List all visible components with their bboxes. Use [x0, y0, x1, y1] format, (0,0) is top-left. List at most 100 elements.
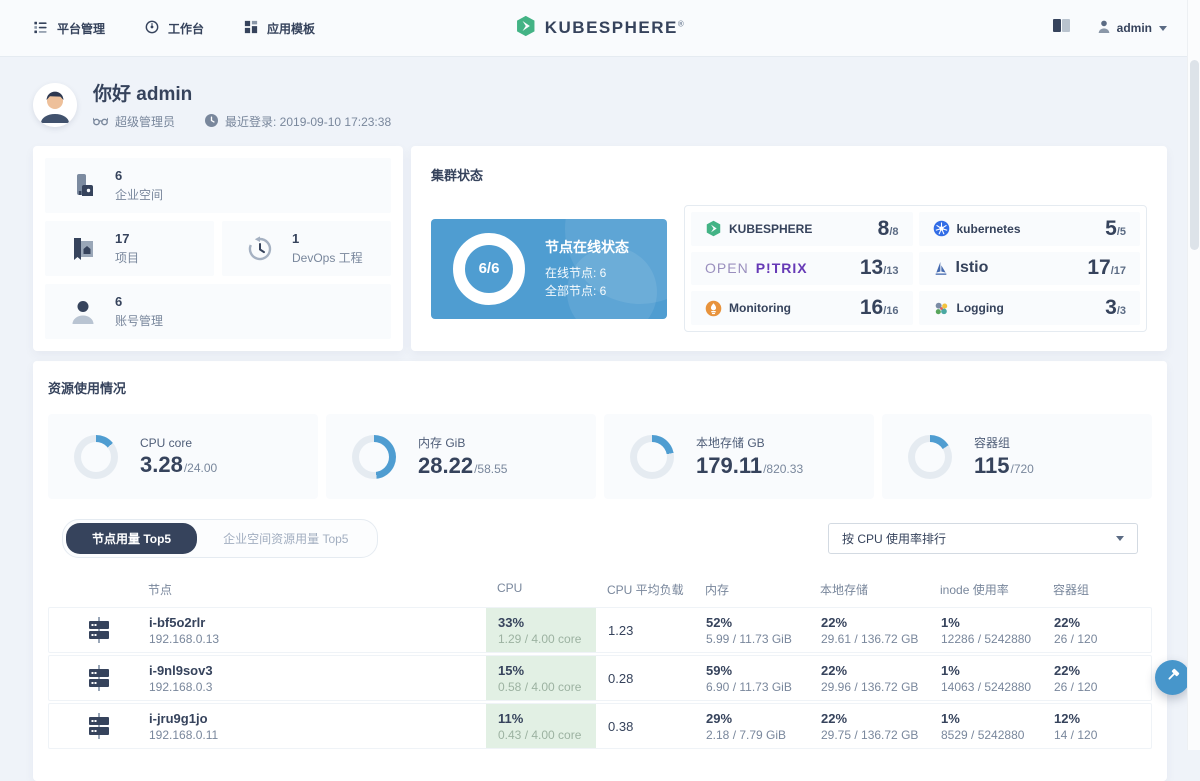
docs-icon[interactable] — [1052, 19, 1070, 37]
cpu-load-cell: 1.23 — [608, 622, 634, 638]
registered-mark: ® — [677, 19, 686, 29]
overview-cards-row: 6 企业空间 17 项目 1 DevOps 工程 6 账号管理 集群状态 6/6… — [33, 146, 1167, 351]
sort-by-select[interactable]: 按 CPU 使用率排行 — [828, 523, 1138, 554]
chevron-down-icon — [1159, 25, 1167, 31]
storage-cell: 22% 29.75 / 136.72 GB — [821, 710, 919, 742]
component-count: 17 — [1087, 256, 1111, 280]
component-count: 13 — [859, 256, 884, 280]
node-name: i-jru9g1jo — [149, 710, 208, 726]
gauge-cpu[interactable]: CPU core 3.28/24.00 — [48, 414, 318, 499]
stat-value: 17 — [115, 230, 130, 246]
nav-app-templates[interactable]: 应用模板 — [244, 20, 315, 37]
gauge-total: /58.55 — [474, 462, 508, 476]
component-kubesphere[interactable]: KUBESPHERE 8/8 — [691, 212, 913, 246]
node-ip: 192.168.0.13 — [149, 631, 220, 646]
project-icon — [69, 236, 97, 262]
components-grid: KUBESPHERE 8/8 kubernetes 5/5 OPEN P!TRIX… — [684, 205, 1147, 332]
memory-cell: 29% 2.18 / 7.79 GiB — [706, 710, 787, 742]
stat-value: 6 — [115, 167, 123, 183]
inode-cell: 1% 8529 / 5242880 — [941, 710, 1025, 742]
openpitrix-logo: OPEN P!TRIX — [705, 260, 808, 277]
component-monitoring[interactable]: Monitoring 16/16 — [691, 291, 913, 325]
tab-node-usage[interactable]: 节点用量 Top5 — [66, 523, 198, 554]
component-openpitrix[interactable]: OPEN P!TRIX 13/13 — [691, 251, 913, 286]
stat-accounts[interactable]: 6 账号管理 — [45, 284, 391, 339]
monitoring-icon: Monitoring — [705, 300, 791, 317]
nav-label: 应用模板 — [267, 21, 316, 36]
memory-cell: 52% 5.99 / 11.73 GiB — [706, 614, 792, 646]
component-count: 5 — [1105, 216, 1117, 240]
stat-label: DevOps 工程 — [292, 250, 363, 265]
stat-label: 企业空间 — [115, 187, 164, 202]
kubesphere-logo[interactable]: KUBESPHERE® — [515, 15, 686, 42]
nav-workbench[interactable]: 工作台 — [145, 20, 204, 37]
stat-workspaces[interactable]: 6 企业空间 — [45, 158, 391, 213]
gauge-pods[interactable]: 容器组 115/720 — [882, 414, 1152, 499]
kubesphere-icon: KUBESPHERE — [705, 220, 812, 237]
stat-projects[interactable]: 17 项目 — [45, 221, 214, 276]
table-row[interactable]: i-bf5o2rlr 192.168.0.13 33% 1.29 / 4.00 … — [48, 607, 1152, 653]
stat-devops[interactable]: 1 DevOps 工程 — [222, 221, 391, 276]
hammer-icon — [1164, 666, 1182, 689]
node-ip: 192.168.0.11 — [149, 727, 219, 742]
table-row[interactable]: i-jru9g1jo 192.168.0.11 11% 0.43 / 4.00 … — [48, 703, 1152, 749]
cpu-usage-cell: 11% 0.43 / 4.00 core — [486, 704, 596, 748]
node-name: i-9nl9sov3 — [149, 662, 213, 678]
user-icon — [1098, 20, 1110, 37]
role-icon — [92, 115, 109, 129]
pods-cell: 22% 26 / 120 — [1054, 662, 1098, 694]
col-cpu-load: CPU 平均负载 — [607, 583, 684, 597]
node-online-donut: 6/6 — [453, 232, 525, 305]
col-storage: 本地存储 — [820, 583, 869, 597]
toolbox-button[interactable] — [1155, 660, 1190, 695]
stat-label: 项目 — [115, 250, 140, 265]
cpu-load-cell: 0.28 — [608, 670, 634, 686]
cpu-usage-cell: 15% 0.58 / 4.00 core — [486, 656, 596, 700]
gauge-total: /720 — [1010, 462, 1034, 476]
storage-donut — [630, 434, 674, 479]
col-cpu: CPU — [497, 581, 523, 595]
nav-label: 工作台 — [168, 21, 205, 36]
storage-cell: 22% 29.61 / 136.72 GB — [821, 614, 919, 646]
greeting-text: 你好 admin 超级管理员 最近登录: 2019-09-10 17:23:38 — [92, 79, 391, 130]
nav-platform-management[interactable]: 平台管理 — [33, 20, 105, 37]
node-online-ratio: 6/6 — [478, 260, 500, 277]
workspace-icon — [69, 173, 97, 199]
gauge-label: 本地存储 GB — [696, 436, 765, 450]
table-controls: 节点用量 Top5 企业空间资源用量 Top5 按 CPU 使用率排行 — [62, 519, 1138, 558]
node-icon — [49, 656, 149, 700]
component-count: 3 — [1105, 296, 1117, 320]
gauge-label: 内存 GiB — [418, 436, 466, 450]
component-count: 8 — [877, 216, 890, 240]
gauge-total: /24.00 — [183, 460, 218, 475]
component-istio[interactable]: Istio 17/17 — [918, 251, 1140, 286]
main-nav: 平台管理 工作台 应用模板 — [33, 20, 315, 37]
resource-gauges: CPU core 3.28/24.00 内存 GiB 28.22/58.55 本… — [48, 414, 1152, 499]
node-online-panel[interactable]: 6/6 节点在线状态 在线节点: 6 全部节点: 6 — [431, 218, 667, 319]
kubesphere-logo-icon — [515, 15, 537, 42]
pods-donut — [908, 434, 952, 479]
greeting-title: 你好 admin — [93, 84, 193, 105]
greeting-section: 你好 admin 超级管理员 最近登录: 2019-09-10 17:23:38 — [33, 79, 1167, 130]
table-row[interactable]: i-9nl9sov3 192.168.0.3 15% 0.58 / 4.00 c… — [48, 655, 1152, 701]
col-spacer — [48, 581, 148, 598]
total-nodes-label: 全部节点: 6 — [545, 284, 607, 298]
component-logging[interactable]: Logging 3/3 — [918, 291, 1140, 325]
quick-stats-card: 6 企业空间 17 项目 1 DevOps 工程 6 账号管理 — [33, 146, 403, 351]
scrollbar-thumb[interactable] — [1190, 60, 1199, 250]
resource-usage-title: 资源使用情况 — [48, 381, 127, 396]
scrollbar[interactable] — [1187, 0, 1200, 750]
cluster-status-title: 集群状态 — [431, 168, 484, 183]
col-node: 节点 — [148, 583, 173, 597]
tab-workspace-usage[interactable]: 企业空间资源用量 Top5 — [197, 523, 374, 554]
gauge-used: 179.11 — [696, 453, 763, 478]
platform-icon — [33, 20, 48, 37]
table-header: 节点 CPU CPU 平均负载 内存 本地存储 inode 使用率 容器组 — [48, 572, 1152, 607]
gauge-storage[interactable]: 本地存储 GB 179.11/820.33 — [604, 414, 874, 499]
node-status-title: 节点在线状态 — [545, 239, 629, 255]
pods-cell: 22% 26 / 120 — [1054, 614, 1098, 646]
user-menu[interactable]: admin — [1098, 20, 1167, 37]
gauge-memory[interactable]: 内存 GiB 28.22/58.55 — [326, 414, 596, 499]
top-navbar: 平台管理 工作台 应用模板 KUBESPHERE® admin — [0, 0, 1200, 57]
component-kubernetes[interactable]: kubernetes 5/5 — [918, 212, 1140, 246]
